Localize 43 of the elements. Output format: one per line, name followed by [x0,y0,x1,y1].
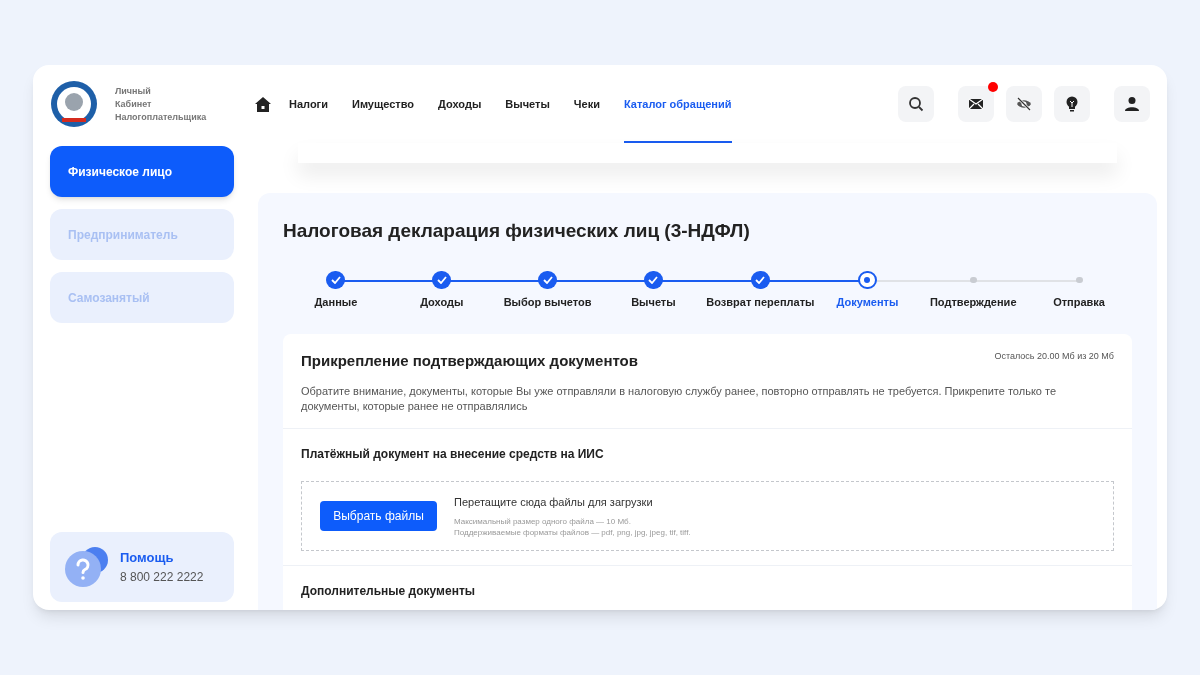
crossed-eye-icon [1016,96,1032,112]
choose-files-button[interactable]: Выбрать файлы [320,501,437,531]
search-icon [908,96,924,112]
step-label: Отправка [1053,295,1105,310]
step-label: Доходы [420,295,464,310]
drop-instructions: Перетащите сюда файлы для загрузки [454,494,654,510]
step-label: Возврат переплаты [706,295,815,310]
search-button[interactable] [898,86,934,122]
section-title: Дополнительные документы [301,583,476,600]
section-title: Платёжный документ на внесение средств на ИИС [301,446,605,463]
help-card[interactable]: Помощь 8 800 222 2222 [50,532,234,602]
logo-text: Кабинет [115,97,153,111]
hint-text: Поддерживаемые форматы файлов — pdf, png, jpg, jpeg, tif, tiff. [454,527,691,539]
user-button[interactable] [1114,86,1150,122]
hint-text: Максимальный размер одного файла — 10 Мб. [454,516,632,528]
step-label: Данные [314,295,358,310]
eye-off-button[interactable] [1006,86,1042,122]
nav-tab[interactable]: Каталог обращений [623,65,732,143]
help-phone: 8 800 222 2222 [120,568,204,586]
nav-tab[interactable]: Имущество [351,65,415,143]
notice-text: Обратите внимание, документы, которые Вы уже отправляли в налоговую службу ранее, повторно отправлять не требуется. Прикрепите только те документы, которые ранее не отправлялись [301,384,1058,414]
nav-tab[interactable]: Доходы [438,65,482,143]
home-icon[interactable] [255,96,271,112]
nav-tab[interactable]: Вычеты [505,65,550,143]
card-title: Прикрепление подтверждающих документов [301,350,638,371]
step-label: Подтверждение [929,295,1017,310]
nav-tab[interactable]: Налоги [289,65,328,143]
nav-tab[interactable]: Чеки [573,65,600,143]
emblem-logo [50,80,98,128]
lightbulb-icon [1064,96,1080,112]
sidebar-item[interactable]: Физическое лицо [50,146,234,197]
logo-text: Личный [115,84,152,98]
quota-text: Осталось 20.00 Мб из 20 Мб [994,349,1114,363]
user-icon [1124,96,1140,112]
help-title: Помощь [120,549,175,568]
step-label: Вычеты [631,295,676,310]
step-label: Выбор вычетов [503,295,592,310]
page-title: Налоговая декларация физических лиц (3-НДФЛ) [283,219,751,243]
file-drop-zone[interactable]: Выбрать файлы Перетащите сюда файлы для загрузки Максимальный размер одного файла — 10 Мб. Поддерживаемые форматы файлов — pdf, png, jpg, jpeg, tif, tiff. [301,481,1114,551]
envelope-icon [968,96,984,112]
logo-text: Налогоплательщика [115,110,208,124]
lightbulb-button[interactable] [1054,86,1090,122]
step-label: Документы [836,295,899,310]
